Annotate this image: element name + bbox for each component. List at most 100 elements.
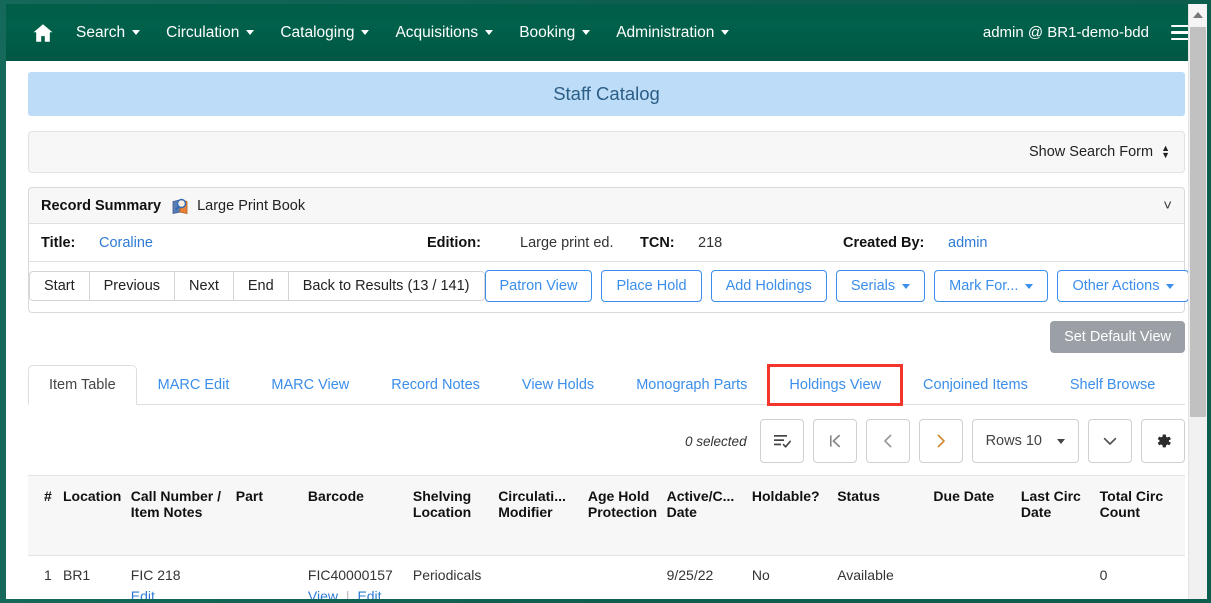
back-to-results-button[interactable]: Back to Results (13 / 141) xyxy=(287,271,485,301)
cell-due-date xyxy=(933,555,1021,599)
previous-page-button[interactable] xyxy=(865,419,910,463)
caret-down-icon xyxy=(361,30,370,35)
record-format-label: Large Print Book xyxy=(197,197,306,214)
edit-link[interactable]: Edit xyxy=(357,588,381,599)
item-table-body: 1 BR1 FIC 218 Edit FIC40000157 View | Ed… xyxy=(28,555,1185,599)
nav-menu-cataloging[interactable]: Cataloging xyxy=(280,23,370,42)
select-actions-button[interactable] xyxy=(759,419,804,463)
large-print-book-icon xyxy=(171,197,191,215)
first-page-button[interactable] xyxy=(812,419,857,463)
caret-down-icon xyxy=(132,30,141,35)
field-label-tcn: TCN: xyxy=(640,234,675,251)
nav-previous-button[interactable]: Previous xyxy=(88,271,176,301)
nav-end-button[interactable]: End xyxy=(232,271,289,301)
nav-label: Cataloging xyxy=(280,23,355,41)
table-row[interactable]: 1 BR1 FIC 218 Edit FIC40000157 View | Ed… xyxy=(28,555,1185,599)
barcode-value: FIC40000157 xyxy=(307,567,393,583)
current-user-label: admin @ BR1-demo-bdd xyxy=(982,24,1149,41)
browser-frame: Search Circulation Cataloging Acquisitio… xyxy=(0,0,1211,603)
nav-label: Booking xyxy=(519,23,576,41)
cell-barcode: FIC40000157 View | Edit xyxy=(307,555,413,599)
col-header-shelving-location[interactable]: Shelving Location xyxy=(412,475,499,556)
cell-part xyxy=(235,555,308,599)
col-header-last-circ-date[interactable]: Last Circ Date xyxy=(1020,475,1100,556)
field-value-created-by[interactable]: admin xyxy=(948,235,988,251)
set-default-view-button[interactable]: Set Default View xyxy=(1050,321,1185,353)
cell-last-circ-date xyxy=(1020,555,1100,599)
field-value-edition: Large print ed. xyxy=(520,234,614,251)
add-holdings-button[interactable]: Add Holdings xyxy=(710,270,827,302)
mark-for-dropdown-button[interactable]: Mark For... xyxy=(934,270,1049,302)
search-form-bar: Show Search Form ▲ ▼ xyxy=(28,131,1185,173)
column-settings-button[interactable] xyxy=(1141,419,1185,463)
tab-item-table[interactable]: Item Table xyxy=(28,365,137,405)
chevron-down-icon[interactable]: ˅ xyxy=(1163,198,1172,213)
place-hold-button[interactable]: Place Hold xyxy=(601,270,702,302)
col-header-circ-modifier[interactable]: Circulati... Modifier xyxy=(498,475,588,556)
list-check-icon xyxy=(773,435,791,448)
nav-menu-booking[interactable]: Booking xyxy=(519,23,591,42)
col-header-status[interactable]: Status xyxy=(837,475,934,556)
tab-marc-view[interactable]: MARC View xyxy=(250,365,370,405)
record-tabs: Item Table MARC Edit MARC View Record No… xyxy=(28,364,1185,406)
button-label: Other Actions xyxy=(1072,278,1160,294)
col-header-part[interactable]: Part xyxy=(235,475,308,556)
show-search-form-toggle[interactable]: Show Search Form ▲ ▼ xyxy=(1029,144,1170,161)
record-summary-card: Record Summary Large Print Book ˅ Title:… xyxy=(28,187,1190,313)
col-header-holdable[interactable]: Holdable? xyxy=(751,475,838,556)
tab-record-notes[interactable]: Record Notes xyxy=(370,365,501,405)
nav-next-button[interactable]: Next xyxy=(174,271,234,301)
col-header-due-date[interactable]: Due Date xyxy=(933,475,1021,556)
nav-menu-circulation[interactable]: Circulation xyxy=(166,24,255,42)
tab-shelf-browse[interactable]: Shelf Browse xyxy=(1049,365,1176,405)
other-actions-dropdown-button[interactable]: Other Actions xyxy=(1057,270,1190,302)
caret-down-icon xyxy=(246,30,255,35)
field-label-created-by: Created By: xyxy=(843,234,925,251)
item-table-head: # Location Call Number / Item Notes Part… xyxy=(28,475,1185,556)
nav-menu-acquisitions[interactable]: Acquisitions xyxy=(395,23,494,42)
col-header-location[interactable]: Location xyxy=(62,475,131,556)
serials-dropdown-button[interactable]: Serials xyxy=(835,270,926,302)
caret-down-icon xyxy=(582,30,591,35)
caret-up-icon xyxy=(1193,12,1203,18)
first-page-icon xyxy=(829,434,840,448)
rows-per-page-button[interactable]: Rows 10 xyxy=(971,419,1079,463)
tab-conjoined-items[interactable]: Conjoined Items xyxy=(902,365,1049,405)
scroll-up-button[interactable] xyxy=(1189,4,1207,26)
chevron-down-icon xyxy=(1103,437,1117,445)
tab-view-holds[interactable]: View Holds xyxy=(501,365,615,405)
cell-status: Available xyxy=(837,555,934,599)
nav-menu-administration[interactable]: Administration xyxy=(616,24,730,42)
cell-active-date: 9/25/22 xyxy=(666,555,752,599)
cell-shelving-location: Periodicals xyxy=(412,555,499,599)
next-page-button[interactable] xyxy=(918,419,963,463)
button-label: Patron View xyxy=(499,278,578,294)
tab-marc-edit[interactable]: MARC Edit xyxy=(137,365,251,405)
nav-label: Acquisitions xyxy=(395,23,479,41)
cell-num: 1 xyxy=(28,555,63,599)
record-summary-heading: Record Summary xyxy=(41,197,162,214)
item-table-toolbar: 0 selected Rows 10 xyxy=(28,419,1185,463)
nav-start-button[interactable]: Start xyxy=(29,271,90,301)
col-header-barcode[interactable]: Barcode xyxy=(307,475,413,556)
col-header-age-hold-protection[interactable]: Age Hold Protection xyxy=(587,475,667,556)
home-icon[interactable] xyxy=(28,18,58,48)
record-action-button-group: Patron View Place Hold Add Holdings Seri… xyxy=(484,270,1190,302)
field-value-title[interactable]: Coraline xyxy=(99,235,427,251)
chevron-left-icon xyxy=(883,434,892,448)
patron-view-button[interactable]: Patron View xyxy=(484,270,593,302)
tab-holdings-view[interactable]: Holdings View xyxy=(767,364,904,406)
expand-button[interactable] xyxy=(1088,419,1132,463)
col-header-total-circ-count[interactable]: Total Circ Count xyxy=(1099,475,1185,556)
col-header-num[interactable]: # xyxy=(28,475,63,556)
nav-menu-search[interactable]: Search xyxy=(76,24,141,42)
edit-link[interactable]: Edit xyxy=(131,588,155,599)
col-header-call-number[interactable]: Call Number / Item Notes xyxy=(130,475,236,556)
tab-monograph-parts[interactable]: Monograph Parts xyxy=(615,365,768,405)
scrollbar-thumb[interactable] xyxy=(1190,27,1206,417)
call-number-value: FIC 218 xyxy=(130,567,181,583)
col-header-active-date[interactable]: Active/C... Date xyxy=(666,475,752,556)
vertical-scrollbar[interactable] xyxy=(1188,4,1207,599)
record-actions-row: Start Previous Next End Back to Results … xyxy=(29,262,1190,312)
view-link[interactable]: View xyxy=(308,588,338,599)
